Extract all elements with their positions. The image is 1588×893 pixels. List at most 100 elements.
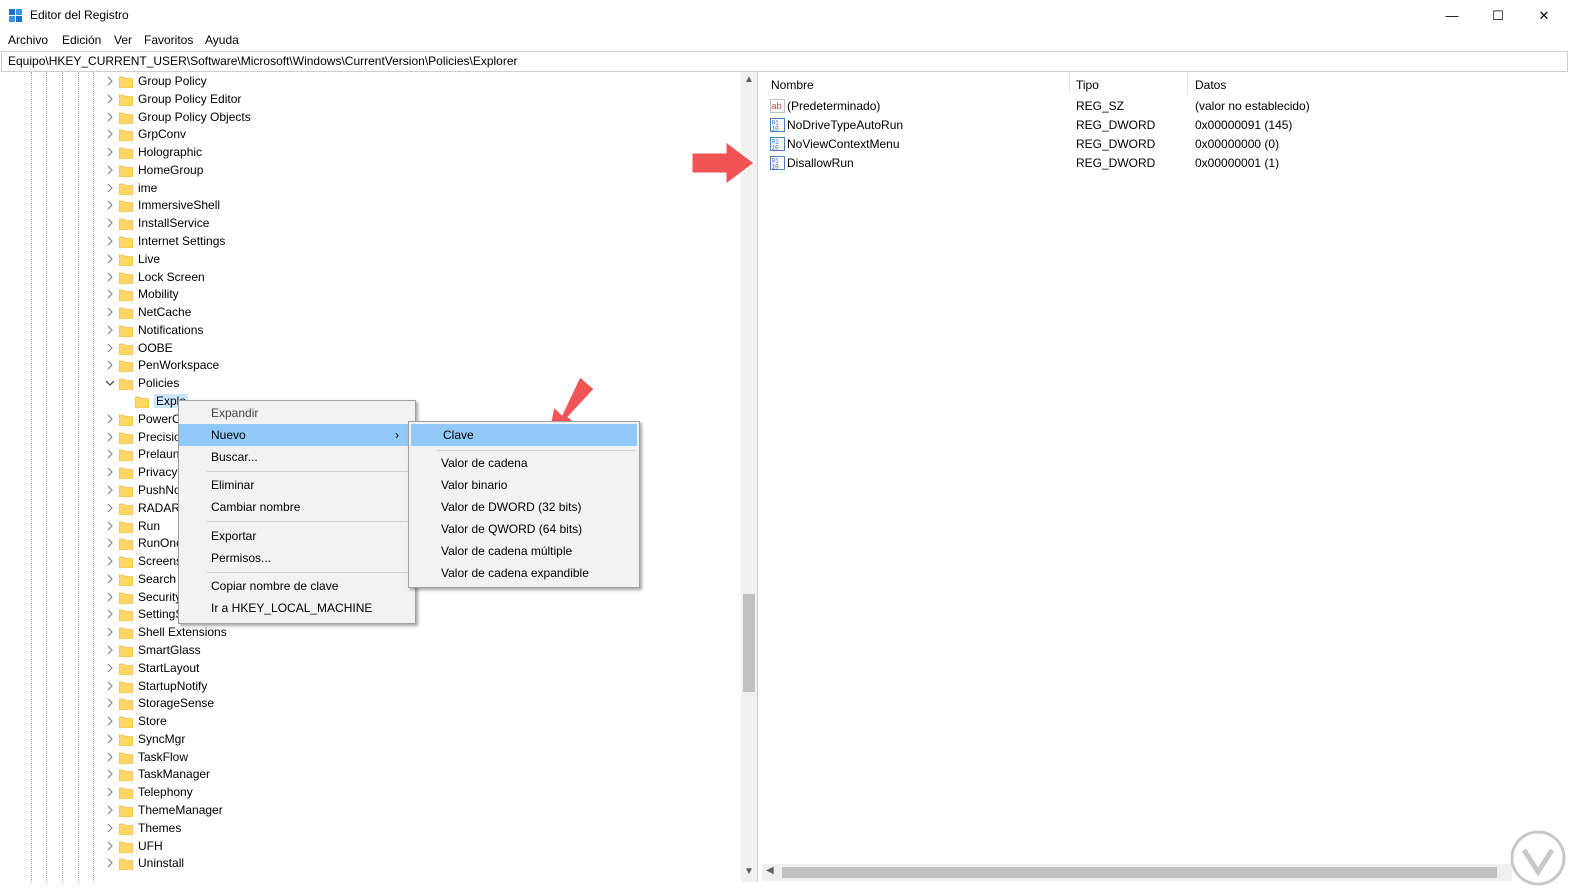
menu-item-eliminar[interactable]: Eliminar <box>179 474 415 496</box>
submenu-item-valor-cadena-multiple[interactable]: Valor de cadena múltiple <box>409 540 639 562</box>
submenu-item-valor-cadena-expandible[interactable]: Valor de cadena expandible <box>409 562 639 584</box>
menu-item-expandir[interactable]: Expandir <box>179 402 415 424</box>
tree-item[interactable]: PenWorkspace <box>1 357 741 375</box>
value-row[interactable]: ab (Predeterminado) REG_SZ (valor no establ… <box>762 97 1562 116</box>
chevron-right-icon[interactable] <box>105 715 115 727</box>
chevron-right-icon[interactable] <box>105 626 115 638</box>
chevron-right-icon[interactable] <box>105 751 115 763</box>
tree-item[interactable]: Notifications <box>1 322 741 340</box>
tree-item[interactable]: Themes <box>1 820 741 838</box>
tree-item[interactable]: Group Policy Objects <box>1 109 741 127</box>
chevron-right-icon[interactable] <box>105 182 115 194</box>
column-header-name[interactable]: Nombre <box>771 78 814 92</box>
values-horizontal-scrollbar[interactable]: ◀ <box>762 864 1512 881</box>
tree-item[interactable]: HomeGroup <box>1 162 741 180</box>
chevron-right-icon[interactable] <box>105 591 115 603</box>
menu-favoritos[interactable]: Favoritos <box>144 33 193 47</box>
chevron-right-icon[interactable] <box>105 608 115 620</box>
menu-item-nuevo[interactable]: Nuevo › <box>179 424 415 446</box>
chevron-right-icon[interactable] <box>105 733 115 745</box>
chevron-right-icon[interactable] <box>105 146 115 158</box>
tree-item[interactable]: Policies <box>1 375 741 393</box>
tree-item[interactable]: Telephony <box>1 784 741 802</box>
chevron-right-icon[interactable] <box>105 342 115 354</box>
column-header-type[interactable]: Tipo <box>1076 78 1099 92</box>
submenu-item-valor-dword[interactable]: Valor de DWORD (32 bits) <box>409 496 639 518</box>
tree-item[interactable]: ime <box>1 180 741 198</box>
submenu-item-valor-qword[interactable]: Valor de QWORD (64 bits) <box>409 518 639 540</box>
chevron-right-icon[interactable] <box>105 520 115 532</box>
menu-item-buscar[interactable]: Buscar... <box>179 446 415 468</box>
chevron-right-icon[interactable] <box>105 786 115 798</box>
chevron-right-icon[interactable] <box>105 768 115 780</box>
submenu-item-valor-binario[interactable]: Valor binario <box>409 474 639 496</box>
chevron-right-icon[interactable] <box>105 680 115 692</box>
chevron-right-icon[interactable] <box>105 662 115 674</box>
chevron-right-icon[interactable] <box>105 448 115 460</box>
chevron-down-icon[interactable] <box>105 377 115 389</box>
tree-item[interactable]: OOBE <box>1 340 741 358</box>
menu-archivo[interactable]: Archivo <box>8 33 48 47</box>
chevron-right-icon[interactable] <box>105 359 115 371</box>
scroll-thumb[interactable] <box>782 867 1497 878</box>
tree-item[interactable]: Lock Screen <box>1 269 741 287</box>
minimize-button[interactable]: — <box>1429 0 1475 31</box>
tree-item[interactable]: ImmersiveShell <box>1 197 741 215</box>
chevron-right-icon[interactable] <box>105 484 115 496</box>
tree-item[interactable]: Shell Extensions <box>1 624 741 642</box>
chevron-right-icon[interactable] <box>105 164 115 176</box>
tree-item[interactable]: StorageSense <box>1 695 741 713</box>
menu-ver[interactable]: Ver <box>114 33 132 47</box>
column-header-data[interactable]: Datos <box>1195 78 1226 92</box>
tree-item[interactable]: StartupNotify <box>1 678 741 696</box>
chevron-right-icon[interactable] <box>105 199 115 211</box>
column-divider[interactable] <box>1069 72 1070 94</box>
menu-item-permisos[interactable]: Permisos... <box>179 547 415 569</box>
chevron-right-icon[interactable] <box>105 235 115 247</box>
chevron-right-icon[interactable] <box>105 413 115 425</box>
chevron-right-icon[interactable] <box>105 822 115 834</box>
chevron-right-icon[interactable] <box>105 644 115 656</box>
menu-item-exportar[interactable]: Exportar <box>179 525 415 547</box>
tree-item[interactable]: InstallService <box>1 215 741 233</box>
address-bar[interactable]: Equipo\HKEY_CURRENT_USER\Software\Micros… <box>1 51 1568 72</box>
tree-item[interactable]: TaskFlow <box>1 749 741 767</box>
tree-vertical-scrollbar[interactable]: ▲ ▼ <box>741 72 757 882</box>
menu-item-cambiar-nombre[interactable]: Cambiar nombre <box>179 496 415 518</box>
chevron-right-icon[interactable] <box>105 502 115 514</box>
chevron-right-icon[interactable] <box>105 217 115 229</box>
tree-item[interactable]: Live <box>1 251 741 269</box>
menu-item-ir-hklm[interactable]: Ir a HKEY_LOCAL_MACHINE <box>179 597 415 619</box>
chevron-right-icon[interactable] <box>105 324 115 336</box>
tree-item[interactable]: Uninstall <box>1 855 741 873</box>
scroll-up-icon[interactable]: ▲ <box>744 74 754 85</box>
tree-item[interactable]: Store <box>1 713 741 731</box>
tree-item[interactable]: TaskManager <box>1 766 741 784</box>
chevron-right-icon[interactable] <box>105 573 115 585</box>
tree-item[interactable]: StartLayout <box>1 660 741 678</box>
menu-edicion[interactable]: Edición <box>62 33 101 47</box>
tree-item[interactable]: Mobility <box>1 286 741 304</box>
chevron-right-icon[interactable] <box>105 431 115 443</box>
close-button[interactable]: ✕ <box>1521 0 1567 31</box>
tree-item[interactable]: Group Policy <box>1 73 741 91</box>
value-row[interactable]: 01 10 DisallowRun REG_DWORD 0x00000001 (1) <box>762 154 1562 173</box>
value-row[interactable]: 01 10 NoViewContextMenu REG_DWORD 0x00000000… <box>762 135 1562 154</box>
chevron-right-icon[interactable] <box>105 306 115 318</box>
tree-item[interactable]: UFH <box>1 838 741 856</box>
menu-ayuda[interactable]: Ayuda <box>205 33 239 47</box>
tree-item[interactable]: SyncMgr <box>1 731 741 749</box>
tree-item[interactable]: ThemeManager <box>1 802 741 820</box>
scroll-left-icon[interactable]: ◀ <box>766 865 774 876</box>
tree-item[interactable]: Group Policy Editor <box>1 91 741 109</box>
tree-item[interactable]: GrpConv <box>1 126 741 144</box>
chevron-right-icon[interactable] <box>105 857 115 869</box>
chevron-right-icon[interactable] <box>105 697 115 709</box>
chevron-right-icon[interactable] <box>105 804 115 816</box>
chevron-right-icon[interactable] <box>105 466 115 478</box>
chevron-right-icon[interactable] <box>105 75 115 87</box>
value-row[interactable]: 01 10 NoDriveTypeAutoRun REG_DWORD 0x0000009… <box>762 116 1562 135</box>
maximize-button[interactable]: ☐ <box>1475 0 1521 31</box>
scroll-thumb[interactable] <box>743 594 755 692</box>
chevron-right-icon[interactable] <box>105 128 115 140</box>
